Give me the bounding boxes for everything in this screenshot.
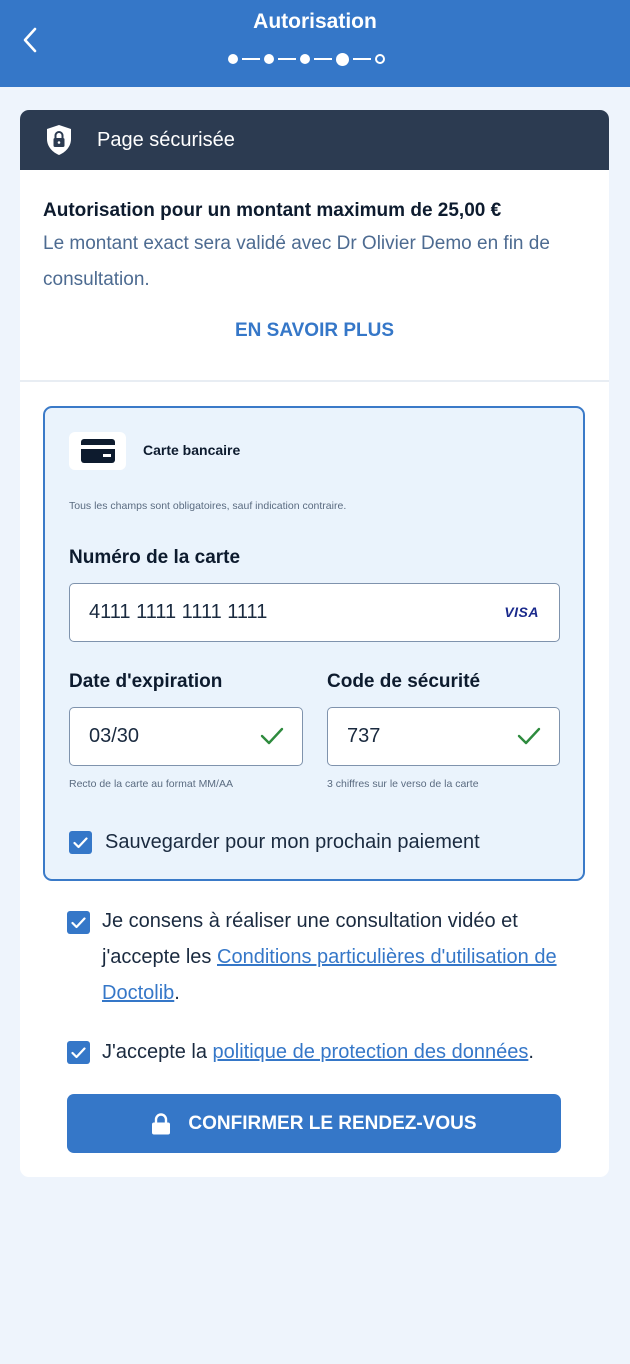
shield-lock-icon	[47, 125, 71, 155]
video-consent-text-end: .	[174, 982, 180, 1004]
step-dot-3	[300, 54, 310, 64]
valid-check-icon	[517, 727, 541, 745]
visa-logo-icon: VISA	[504, 604, 539, 620]
card-number-label: Numéro de la carte	[69, 547, 241, 568]
cvc-input[interactable]: 737	[327, 707, 560, 766]
privacy-consent-checkbox[interactable]	[67, 1041, 90, 1064]
page-title: Autorisation	[253, 10, 377, 33]
checkmark-icon	[71, 1046, 86, 1058]
secure-page-banner: Page sécurisée	[20, 110, 609, 170]
app-header: Autorisation	[0, 0, 630, 87]
progress-stepper	[228, 51, 400, 67]
payment-form: Carte bancaire Tous les champs sont obli…	[43, 406, 585, 881]
video-consent-text: Je consens à réaliser une consultation v…	[102, 903, 572, 1011]
video-consent-checkbox[interactable]	[67, 911, 90, 934]
authorization-description: Le montant exact sera validé avec Dr Oli…	[43, 233, 550, 290]
required-fields-note: Tous les champs sont obligatoires, sauf …	[69, 500, 347, 512]
step-dot-2	[264, 54, 274, 64]
checkmark-icon	[71, 916, 86, 928]
card-number-input[interactable]: 4111 1111 1111 1111 VISA	[69, 583, 560, 642]
authorization-title: Autorisation pour un montant maximum de …	[43, 200, 502, 221]
card-number-value: 4111 1111 1111 1111	[89, 601, 268, 623]
privacy-consent-text-start: J'accepte la	[102, 1041, 213, 1063]
save-card-label: Sauvegarder pour mon prochain paiement	[105, 831, 480, 853]
valid-check-icon	[260, 727, 284, 745]
expiry-input[interactable]: 03/30	[69, 707, 303, 766]
confirm-appointment-button[interactable]: CONFIRMER LE RENDEZ-VOUS	[67, 1094, 561, 1153]
secure-page-label: Page sécurisée	[97, 128, 235, 151]
learn-more-link[interactable]: EN SAVOIR PLUS	[43, 320, 586, 342]
cvc-value: 737	[347, 725, 381, 747]
checkmark-icon	[73, 836, 88, 848]
save-card-checkbox[interactable]	[69, 831, 92, 854]
privacy-consent-text-end: .	[528, 1041, 534, 1063]
checkout-card: Page sécurisée Autorisation pour un mont…	[20, 110, 609, 1177]
expiry-label: Date d'expiration	[69, 671, 223, 692]
confirm-button-label: CONFIRMER LE RENDEZ-VOUS	[188, 1112, 477, 1134]
lock-icon	[152, 1112, 171, 1134]
privacy-policy-link[interactable]: politique de protection des données	[213, 1041, 529, 1063]
step-dot-5	[375, 54, 385, 64]
step-dot-1	[228, 54, 238, 64]
cvc-hint: 3 chiffres sur le verso de la carte	[327, 778, 479, 790]
expiry-hint: Recto de la carte au format MM/AA	[69, 778, 233, 790]
payment-method-badge	[69, 432, 126, 470]
expiry-value: 03/30	[89, 725, 140, 747]
privacy-consent-text: J'accepte la politique de protection des…	[102, 1034, 582, 1070]
authorization-info: Autorisation pour un montant maximum de …	[20, 170, 609, 382]
payment-method-label: Carte bancaire	[143, 442, 241, 458]
step-dot-current	[336, 52, 349, 66]
credit-card-icon	[80, 439, 115, 463]
cvc-label: Code de sécurité	[327, 671, 481, 692]
